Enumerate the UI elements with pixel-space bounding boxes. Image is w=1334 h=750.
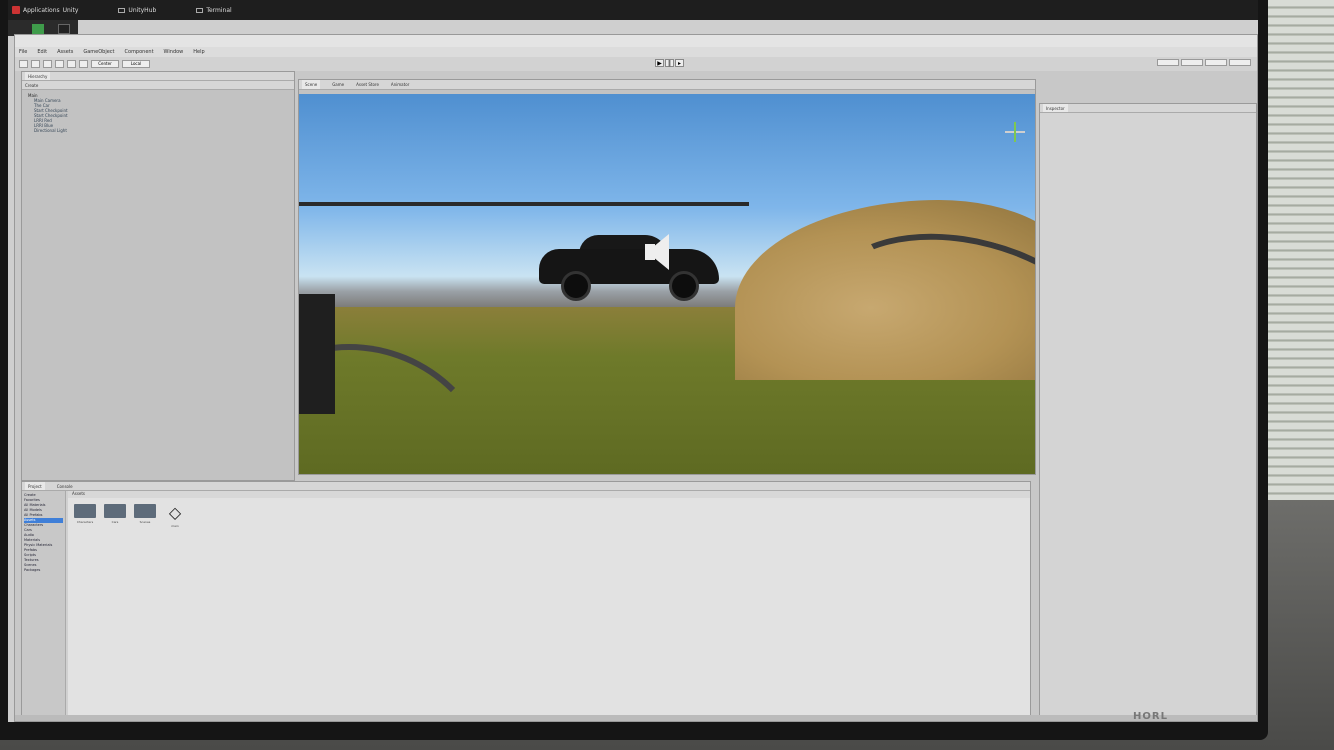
account-button[interactable] (1181, 59, 1203, 66)
asset-label: Cars (111, 520, 119, 524)
folder-icon (104, 504, 126, 518)
rect-tool-button[interactable] (67, 60, 76, 68)
monitor-brand-logo: HORL (1133, 711, 1168, 722)
status-bar (15, 715, 1257, 721)
transform-tool-button[interactable] (79, 60, 88, 68)
car-wheel (561, 271, 591, 301)
unity-editor-window: File Edit Assets GameObject Component Wi… (14, 34, 1258, 722)
building (299, 294, 335, 414)
packages-folder[interactable]: Packages (24, 568, 63, 573)
menu-gameobject[interactable]: GameObject (83, 49, 114, 55)
rotate-tool-button[interactable] (43, 60, 52, 68)
folder-icon (74, 504, 96, 518)
hierarchy-panel: Hierarchy Create Main Main Camera The Ca… (21, 71, 295, 481)
gizmo-y-axis (1014, 122, 1016, 142)
hierarchy-tab-label: Hierarchy (25, 72, 51, 80)
applications-menu[interactable]: Applications Unity (12, 6, 78, 14)
move-tool-button[interactable] (31, 60, 40, 68)
folder-icon (134, 504, 156, 518)
taskbar-unityhub-label: UnityHub (128, 6, 157, 14)
asset-label: Characters (76, 520, 94, 524)
pause-button[interactable]: ‖ (665, 59, 674, 67)
terminal-icon (196, 7, 204, 13)
tab-console[interactable]: Console (57, 482, 73, 490)
space-toggle[interactable]: Local (122, 60, 150, 68)
menu-bar: File Edit Assets GameObject Component Wi… (15, 47, 1257, 57)
tab-game[interactable]: Game (332, 80, 344, 89)
taskbar-unityhub[interactable]: UnityHub (118, 7, 156, 14)
project-tabs: Project Console (22, 482, 1030, 491)
window-icon (118, 7, 126, 13)
audio-source-icon (647, 234, 669, 270)
tab-project[interactable]: Project (25, 482, 45, 490)
inspector-tab[interactable]: Inspector (1040, 104, 1256, 113)
scene-tabs: Scene Game Asset Store Animator (299, 80, 1035, 90)
bridge (299, 202, 749, 206)
asset-breadcrumb[interactable]: Assets (68, 491, 1030, 498)
project-tree: Create Favorites All Materials All Model… (22, 491, 66, 720)
tab-animator[interactable]: Animator (391, 80, 409, 89)
monitor: Applications Unity UnityHub Terminal Fil… (0, 0, 1268, 740)
scene-viewport[interactable] (299, 94, 1035, 474)
car-model[interactable] (539, 229, 719, 301)
tab-scene[interactable]: Scene (302, 80, 321, 89)
asset-label: main (171, 524, 179, 528)
tab-asset-store[interactable]: Asset Store (356, 80, 379, 89)
hierarchy-create-button[interactable]: Create (25, 81, 38, 89)
hierarchy-item[interactable]: Directional Light (28, 128, 288, 133)
inspector-tab-label: Inspector (1043, 104, 1068, 112)
menu-window[interactable]: Window (164, 49, 184, 55)
asset-grid: Characters Cars Scenes ◇ main (68, 498, 1030, 534)
unity-scene-icon: ◇ (168, 503, 182, 522)
hand-tool-button[interactable] (19, 60, 28, 68)
inspector-panel: Inspector (1039, 103, 1257, 721)
main-toolbar: Center Local ▶ ‖ ▸ (15, 57, 1257, 71)
project-panel: Project Console Create Favorites All Mat… (21, 481, 1031, 721)
play-controls: ▶ ‖ ▸ (655, 59, 684, 67)
window-titlebar (15, 35, 1257, 47)
right-toolbar (1157, 59, 1251, 66)
applications-icon (12, 6, 20, 14)
screen: Applications Unity UnityHub Terminal Fil… (8, 0, 1258, 722)
dock-terminal-icon[interactable] (58, 24, 70, 34)
applications-label: Applications (23, 6, 60, 14)
layout-dropdown[interactable] (1229, 59, 1251, 66)
asset-item[interactable]: Characters (74, 504, 96, 528)
menu-assets[interactable]: Assets (57, 49, 73, 55)
hierarchy-tab[interactable]: Hierarchy (22, 72, 294, 81)
menu-component[interactable]: Component (125, 49, 154, 55)
dock-app-icon[interactable] (32, 24, 44, 34)
pivot-toggle[interactable]: Center (91, 60, 119, 68)
step-button[interactable]: ▸ (675, 59, 684, 67)
asset-item[interactable]: ◇ main (164, 503, 186, 529)
scene-gizmo-icon[interactable] (1005, 122, 1025, 142)
taskbar-terminal[interactable]: Terminal (196, 6, 232, 14)
car-wheel (669, 271, 699, 301)
scene-panel: Scene Game Asset Store Animator (298, 79, 1036, 475)
hierarchy-toolbar: Create (22, 81, 294, 90)
collab-button[interactable] (1157, 59, 1179, 66)
play-button[interactable]: ▶ (655, 59, 664, 67)
menu-file[interactable]: File (19, 49, 27, 55)
asset-item[interactable]: Scenes (134, 504, 156, 528)
active-app-label: Unity (62, 6, 79, 14)
scale-tool-button[interactable] (55, 60, 64, 68)
system-top-bar: Applications Unity UnityHub Terminal (8, 0, 1258, 20)
taskbar-terminal-label: Terminal (206, 6, 232, 14)
asset-browser: Assets Characters Cars Scenes ◇ main (68, 491, 1030, 720)
menu-edit[interactable]: Edit (37, 49, 47, 55)
layers-dropdown[interactable] (1205, 59, 1227, 66)
asset-label: Scenes (139, 520, 151, 524)
hierarchy-tree: Main Main Camera The Car Start Checkpoin… (22, 90, 294, 136)
menu-help[interactable]: Help (193, 49, 204, 55)
asset-item[interactable]: Cars (104, 504, 126, 528)
